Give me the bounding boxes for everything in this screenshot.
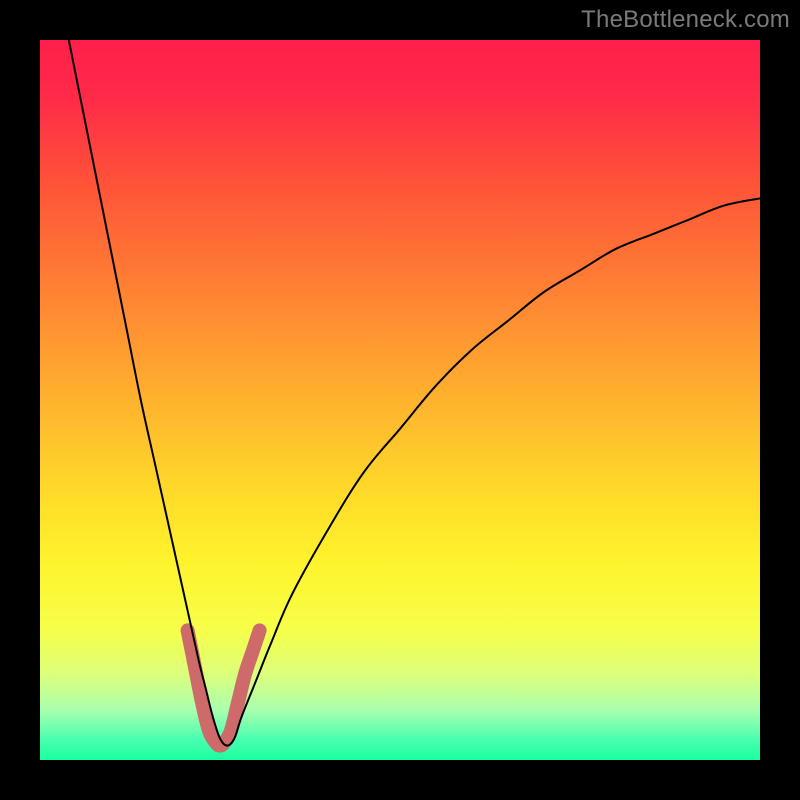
chart-frame: TheBottleneck.com: [0, 0, 800, 800]
bottleneck-curve-path: [69, 40, 760, 746]
highlight-band-path: [188, 630, 260, 745]
plot-area: [40, 40, 760, 760]
curve-layer: [40, 40, 760, 760]
watermark-text: TheBottleneck.com: [581, 6, 790, 34]
